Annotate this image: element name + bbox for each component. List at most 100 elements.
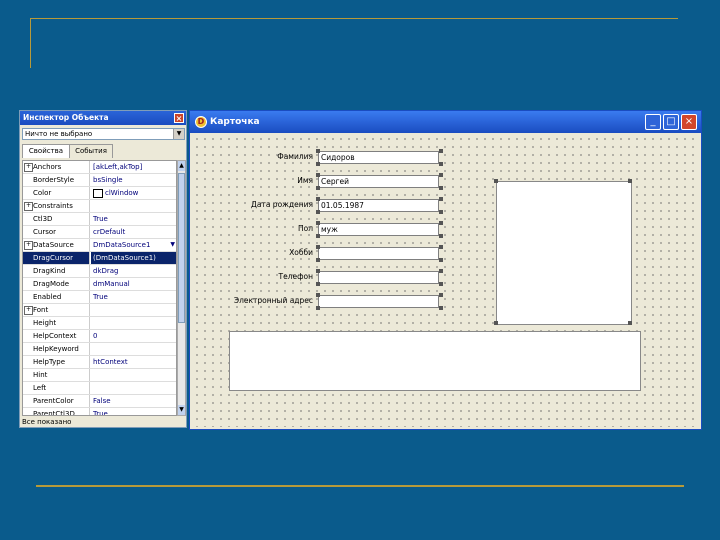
selection-handle[interactable]: [439, 221, 443, 225]
minimize-icon[interactable]: _: [645, 114, 661, 130]
field-input[interactable]: муж: [318, 223, 439, 236]
selection-handle[interactable]: [316, 221, 320, 225]
selection-handle[interactable]: [316, 149, 320, 153]
property-value[interactable]: dmManual: [91, 278, 176, 290]
field-input[interactable]: 01.05.1987: [318, 199, 439, 212]
property-value-text: bsSingle: [93, 176, 123, 184]
property-row[interactable]: + DataSource DmDataSource1 ▼: [23, 239, 176, 252]
scroll-down-icon[interactable]: ▼: [178, 405, 185, 415]
property-row[interactable]: ParentColor False: [23, 395, 176, 408]
property-value[interactable]: dkDrag: [91, 265, 176, 277]
property-value[interactable]: [91, 369, 176, 381]
field-input[interactable]: Сидоров: [318, 151, 439, 164]
close-icon[interactable]: ×: [681, 114, 697, 130]
selection-handle[interactable]: [439, 173, 443, 177]
property-row[interactable]: HelpKeyword: [23, 343, 176, 356]
property-row[interactable]: DragKind dkDrag: [23, 265, 176, 278]
tab-events[interactable]: События: [69, 144, 113, 158]
property-row[interactable]: + Constraints: [23, 200, 176, 213]
property-value-text: DmDataSource1: [93, 241, 151, 249]
property-value[interactable]: (DmDataSource1): [91, 252, 176, 264]
property-row[interactable]: + Font: [23, 304, 176, 317]
selection-handle[interactable]: [316, 197, 320, 201]
inspector-status: Все показано: [22, 418, 72, 426]
selection-handle[interactable]: [439, 210, 443, 214]
selection-handle[interactable]: [439, 197, 443, 201]
form-titlebar[interactable]: D Карточка _ □ ×: [190, 111, 701, 133]
selection-handle[interactable]: [439, 293, 443, 297]
memo-field[interactable]: [229, 331, 641, 391]
selection-handle[interactable]: [316, 173, 320, 177]
property-row[interactable]: DragMode dmManual: [23, 278, 176, 291]
property-row[interactable]: DragCursor (DmDataSource1): [23, 252, 176, 265]
selection-handle[interactable]: [439, 306, 443, 310]
property-value[interactable]: htContext: [91, 356, 176, 368]
selection-handle[interactable]: [316, 282, 320, 286]
property-row[interactable]: Hint: [23, 369, 176, 382]
property-value[interactable]: [91, 343, 176, 355]
property-value[interactable]: True: [91, 291, 176, 303]
property-value[interactable]: [91, 382, 176, 394]
chevron-down-icon[interactable]: ▼: [173, 129, 184, 139]
object-inspector-titlebar[interactable]: Инспектор Объекта ×: [20, 111, 186, 125]
selection-handle[interactable]: [628, 179, 632, 183]
property-value[interactable]: DmDataSource1 ▼: [91, 239, 176, 251]
property-row[interactable]: ParentCtl3D True: [23, 408, 176, 415]
property-value[interactable]: 0: [91, 330, 176, 342]
component-selector[interactable]: Ничто не выбрано ▼: [22, 128, 185, 140]
property-row[interactable]: Ctl3D True: [23, 213, 176, 226]
property-value[interactable]: True: [91, 213, 176, 225]
field-input[interactable]: [318, 271, 439, 284]
selection-handle[interactable]: [316, 234, 320, 238]
property-value[interactable]: clWindow: [91, 187, 176, 199]
property-value[interactable]: True: [91, 408, 176, 415]
property-row[interactable]: Enabled True: [23, 291, 176, 304]
field-input[interactable]: Сергей: [318, 175, 439, 188]
property-value[interactable]: [91, 317, 176, 329]
property-value[interactable]: False: [91, 395, 176, 407]
chevron-down-icon[interactable]: ▼: [170, 239, 175, 251]
selection-handle[interactable]: [316, 269, 320, 273]
property-grid-scrollbar[interactable]: ▲ ▼: [177, 160, 186, 416]
property-value[interactable]: [91, 304, 176, 316]
property-value[interactable]: [91, 200, 176, 212]
selection-handle[interactable]: [439, 282, 443, 286]
selection-handle[interactable]: [494, 179, 498, 183]
form-canvas[interactable]: Фамилия Сидоров Имя Сергей Дата рождения 01.0…: [193, 135, 698, 427]
selection-handle[interactable]: [316, 245, 320, 249]
selection-handle[interactable]: [439, 162, 443, 166]
selection-handle[interactable]: [316, 306, 320, 310]
property-row[interactable]: HelpType htContext: [23, 356, 176, 369]
selection-handle[interactable]: [628, 321, 632, 325]
selection-handle[interactable]: [439, 269, 443, 273]
tab-properties[interactable]: Свойства: [22, 144, 70, 158]
property-value[interactable]: bsSingle: [91, 174, 176, 186]
selection-handle[interactable]: [439, 258, 443, 262]
selection-handle[interactable]: [316, 258, 320, 262]
property-row[interactable]: Height: [23, 317, 176, 330]
selection-handle[interactable]: [316, 186, 320, 190]
property-row[interactable]: Cursor crDefault: [23, 226, 176, 239]
property-row[interactable]: HelpContext 0: [23, 330, 176, 343]
selection-handle[interactable]: [439, 186, 443, 190]
property-row[interactable]: BorderStyle bsSingle: [23, 174, 176, 187]
close-icon[interactable]: ×: [174, 113, 184, 123]
property-value[interactable]: [akLeft,akTop]: [91, 161, 176, 173]
selection-handle[interactable]: [316, 293, 320, 297]
property-row[interactable]: Color clWindow: [23, 187, 176, 200]
field-input[interactable]: [318, 247, 439, 260]
selection-handle[interactable]: [439, 245, 443, 249]
selection-handle[interactable]: [439, 149, 443, 153]
maximize-icon[interactable]: □: [663, 114, 679, 130]
selection-handle[interactable]: [439, 234, 443, 238]
property-value[interactable]: crDefault: [91, 226, 176, 238]
scroll-up-icon[interactable]: ▲: [178, 161, 185, 171]
property-row[interactable]: Left: [23, 382, 176, 395]
photo-box[interactable]: [496, 181, 632, 325]
selection-handle[interactable]: [494, 321, 498, 325]
selection-handle[interactable]: [316, 210, 320, 214]
field-input[interactable]: [318, 295, 439, 308]
selection-handle[interactable]: [316, 162, 320, 166]
property-row[interactable]: + Anchors [akLeft,akTop]: [23, 161, 176, 174]
scrollbar-thumb[interactable]: [178, 173, 185, 323]
